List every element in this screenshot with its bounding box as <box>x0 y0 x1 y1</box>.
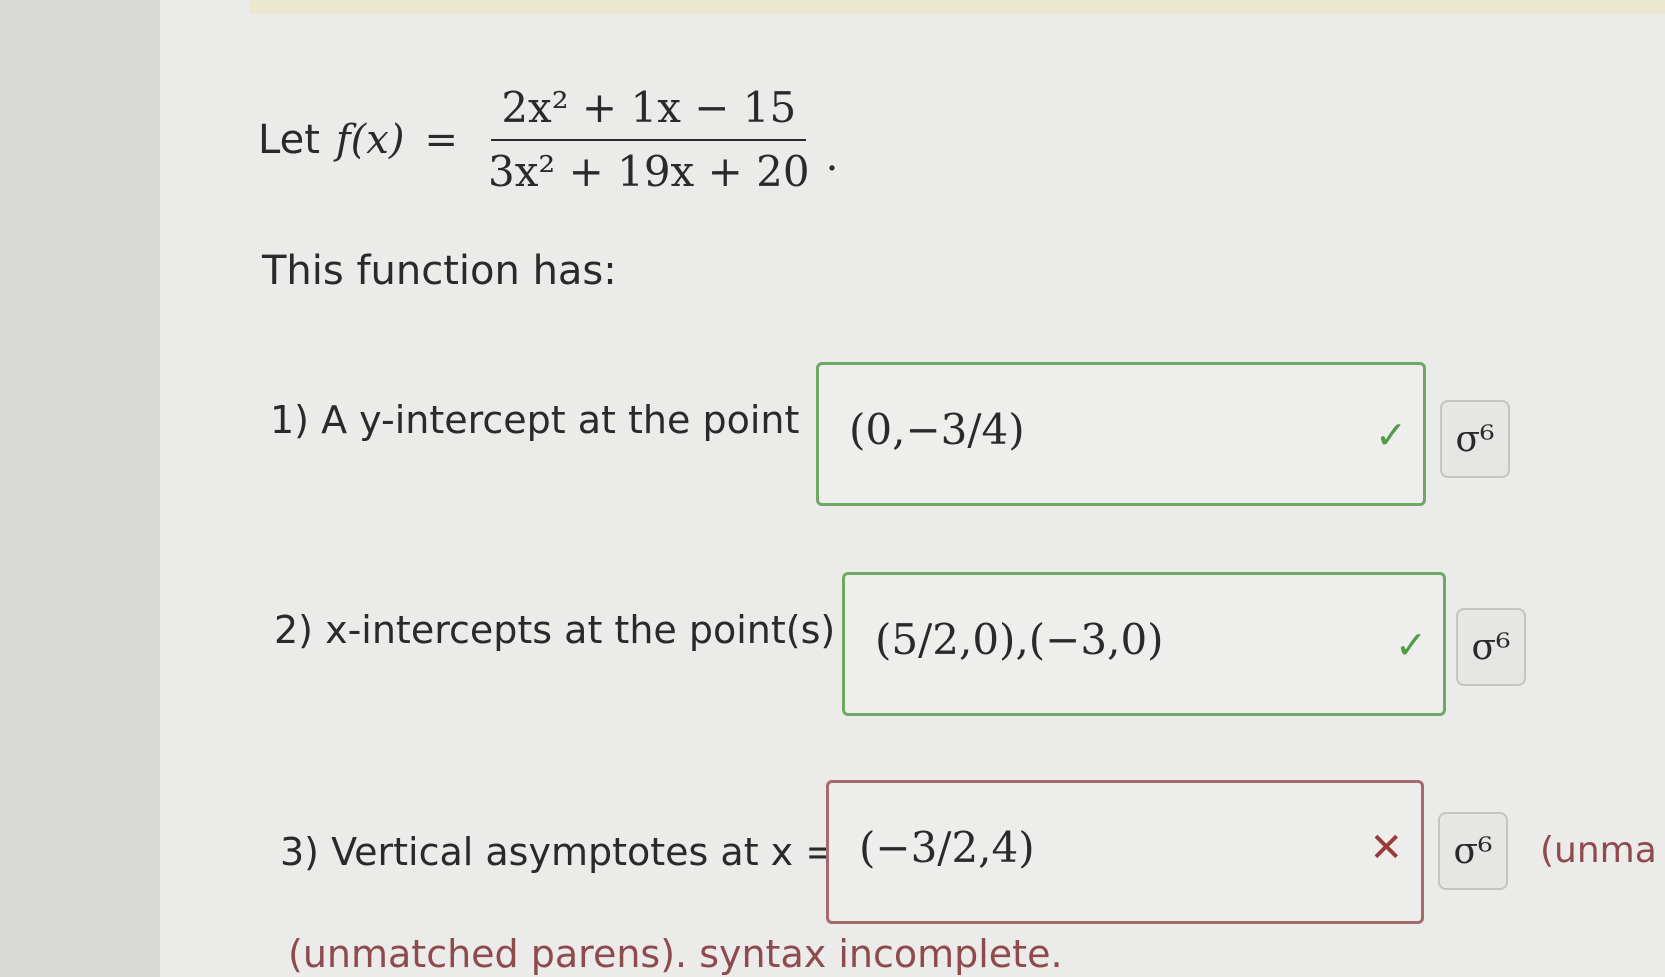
function-name: f(x) <box>335 117 405 163</box>
inline-error-text: (unma <box>1540 830 1657 871</box>
header-band <box>250 0 1665 14</box>
x-intercepts-answer-box[interactable]: (5/2,0),(−3,0) ✓ <box>842 572 1446 716</box>
math-keyboard-icon: σ⁶ <box>1471 626 1511 668</box>
y-intercept-answer-box[interactable]: (0,−3/4) ✓ <box>816 362 1426 506</box>
vertical-asymptotes-label: 3) Vertical asymptotes at x = <box>280 830 838 874</box>
check-icon: ✓ <box>1375 413 1407 457</box>
vertical-asymptotes-answer-box[interactable]: (−3/2,4) ✕ <box>826 780 1424 924</box>
let-label: Let <box>258 117 320 163</box>
y-intercept-answer: (0,−3/4) <box>849 405 1025 454</box>
check-icon: ✓ <box>1395 623 1427 667</box>
syntax-error-message: (unmatched parens). syntax incomplete. <box>288 932 1063 976</box>
sentence-period: . <box>825 134 839 180</box>
intro-text: This function has: <box>262 248 617 294</box>
math-keyboard-icon: σ⁶ <box>1455 418 1495 460</box>
vertical-asymptotes-keyboard-button[interactable]: σ⁶ <box>1438 812 1508 890</box>
fraction-numerator: 2x² + 1x − 15 <box>491 84 807 141</box>
y-intercept-keyboard-button[interactable]: σ⁶ <box>1440 400 1510 478</box>
x-intercepts-answer: (5/2,0),(−3,0) <box>875 615 1164 664</box>
equals-sign: = <box>424 117 458 163</box>
function-fraction: 2x² + 1x − 15 3x² + 19x + 20 <box>478 84 820 196</box>
x-intercepts-keyboard-button[interactable]: σ⁶ <box>1456 608 1526 686</box>
x-intercepts-label: 2) x-intercepts at the point(s) <box>274 608 836 652</box>
x-icon: ✕ <box>1369 825 1403 871</box>
y-intercept-label: 1) A y-intercept at the point <box>270 398 800 442</box>
vertical-asymptotes-answer: (−3/2,4) <box>859 823 1035 872</box>
math-keyboard-icon: σ⁶ <box>1453 830 1493 872</box>
function-definition: Let f(x) = 2x² + 1x − 15 3x² + 19x + 20 … <box>258 70 838 210</box>
fraction-denominator: 3x² + 19x + 20 <box>487 147 810 196</box>
